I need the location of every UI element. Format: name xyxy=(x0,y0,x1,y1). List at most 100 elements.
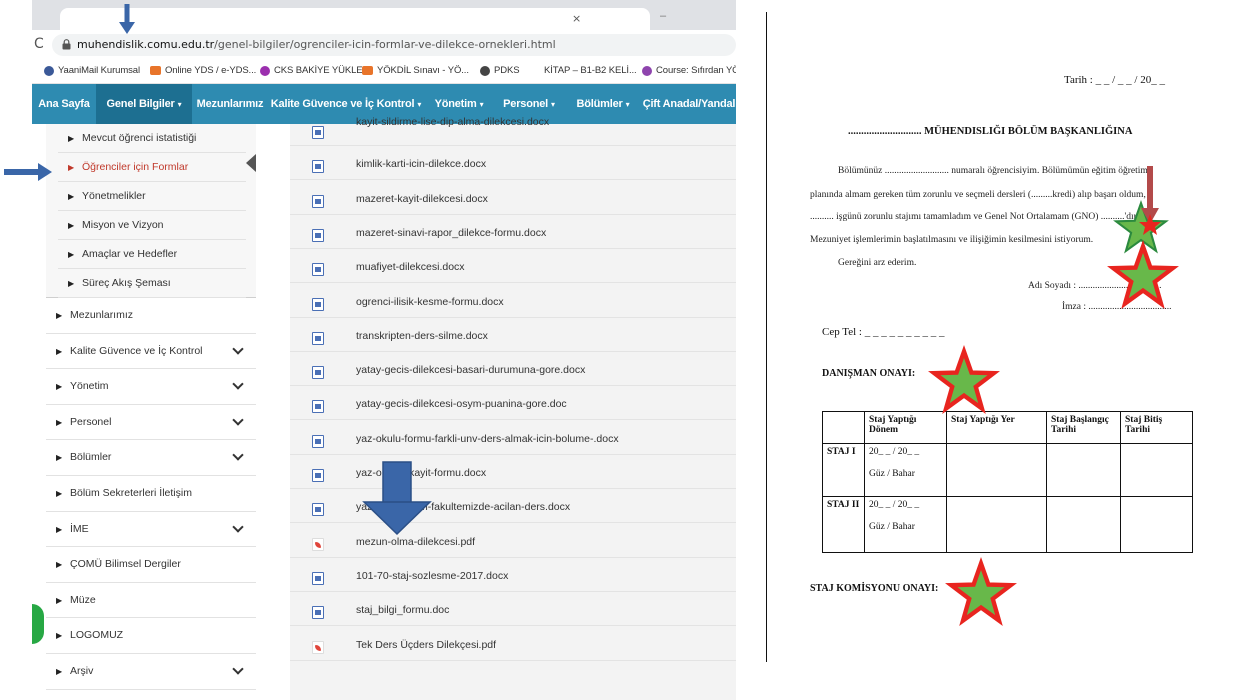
sidebar-item[interactable]: ▶ Müze xyxy=(46,583,256,619)
file-row[interactable]: yaz-o ecici-kayit-formu.docx xyxy=(290,455,736,489)
bookmark-item[interactable]: KİTAP – B1-B2 KELİ... xyxy=(544,65,637,76)
file-row[interactable]: staj_bilgi_formu.doc xyxy=(290,592,736,627)
sidebar-item[interactable]: ▶ Yönetim xyxy=(46,369,256,405)
chevron-down-icon[interactable] xyxy=(232,378,244,390)
file-row[interactable]: yatay-gecis-dilekcesi-osym-puanina-gore.… xyxy=(290,386,736,421)
sidebar-item-label: Arşiv xyxy=(70,665,94,677)
file-row[interactable]: Tek Ders Üçders Dilekçesi.pdf xyxy=(290,627,736,661)
triangle-right-icon: ▶ xyxy=(56,417,63,427)
word-file-icon xyxy=(312,434,324,448)
chevron-down-icon[interactable] xyxy=(232,520,244,533)
file-link[interactable]: ogrenci-ilisik-kesme-formu.docx xyxy=(356,296,504,308)
file-row[interactable]: ogrenci-ilisik-kesme-formu.docx xyxy=(290,284,736,318)
table-empty-cell xyxy=(1046,443,1121,497)
annotation-star-icon xyxy=(928,344,1000,414)
file-row[interactable]: 101-70-staj-sozlesme-2017.docx xyxy=(290,558,736,592)
annotation-arrow-right-icon xyxy=(4,163,52,181)
bookmark-item[interactable]: YÖKDİL Sınavı - YÖ... xyxy=(362,65,469,76)
sidebar-subitem[interactable]: ▶ Öğrenciler için Formlar xyxy=(58,153,246,182)
chevron-down-icon[interactable] xyxy=(232,663,244,675)
sidebar-subitem[interactable]: ▶ Yönetmelikler xyxy=(58,182,246,211)
table-header-cell: Staj Yaptığı Yer xyxy=(946,411,1047,444)
sidebar-subitem[interactable]: ▶ Süreç Akış Şeması xyxy=(58,269,246,298)
nav-item[interactable]: Mezunlarımız xyxy=(192,84,268,124)
sidebar: ▶ Mevcut öğrenci istatistiği ▶ Öğrenciler i… xyxy=(46,124,256,700)
file-link[interactable]: mazeret-sinavi-rapor_dilekce-formu.docx xyxy=(356,227,546,239)
caret-down-icon: ▾ xyxy=(625,100,630,109)
caret-down-icon: ▾ xyxy=(177,100,182,109)
browser-tab-active[interactable] xyxy=(60,8,650,30)
file-row[interactable]: yaz- it-icin-form-fakultemizde-acilan-de… xyxy=(290,489,736,524)
sidebar-item[interactable]: ▶ Bölüm Sekreterleri İletişim xyxy=(46,476,256,512)
file-link[interactable]: yatay-gecis-dilekcesi-osym-puanina-gore.… xyxy=(356,398,567,410)
sidebar-item[interactable]: ▶ LOGOMUZ xyxy=(46,618,256,654)
file-link[interactable]: staj_bilgi_formu.doc xyxy=(356,604,449,616)
triangle-right-icon: ▶ xyxy=(56,667,63,676)
bookmark-item[interactable]: PDKS xyxy=(480,65,520,76)
file-row[interactable]: transkripten-ders-silme.docx xyxy=(290,318,736,352)
url-text[interactable]: muhendislik.comu.edu.tr/genel-bilgiler/o… xyxy=(77,38,556,51)
chevron-down-icon[interactable] xyxy=(232,449,244,462)
url-host: muhendislik.comu.edu.tr xyxy=(77,38,215,51)
annotation-arrow-down-icon xyxy=(119,4,135,34)
file-link[interactable]: mazeret-kayit-dilekcesi.docx xyxy=(356,193,488,205)
nav-item[interactable]: Genel Bilgiler ▾ xyxy=(96,84,192,124)
bookmark-item[interactable]: CKS BAKİYE YÜKLE... xyxy=(260,65,370,76)
file-row[interactable]: mazeret-kayit-dilekcesi.docx xyxy=(290,181,736,215)
sidebar-subitem[interactable]: ▶ Mevcut öğrenci istatistiği xyxy=(58,124,246,153)
file-link[interactable]: yatay-gecis-dilekcesi-basari-durumuna-go… xyxy=(356,364,585,376)
sidebar-subitem[interactable]: ▶ Amaçlar ve Hedefler xyxy=(58,240,246,269)
table-period-cell: 20_ _ / 20_ _ Güz / Bahar xyxy=(864,496,947,553)
table-row: STAJ I 20_ _ / 20_ _ Güz / Bahar xyxy=(822,443,1193,497)
table-row-label: STAJ II xyxy=(822,496,865,553)
sidebar-item[interactable]: ▶ ÇOMÜ Bilimsel Dergiler xyxy=(46,547,256,583)
bookmark-label: YaaniMail Kurumsal xyxy=(58,65,140,76)
internship-table: Staj Yaptığı Dönem Staj Yaptığı Yer Staj… xyxy=(822,411,1193,553)
bookmark-item[interactable]: Online YDS / e-YDS... xyxy=(150,65,256,76)
sidebar-item[interactable]: ▶ İME xyxy=(46,512,256,548)
tab-close-icon[interactable]: × xyxy=(572,12,581,25)
file-row[interactable]: muafiyet-dilekcesi.docx xyxy=(290,249,736,284)
sidebar-item[interactable]: ▶ Arşiv xyxy=(46,654,256,690)
word-file-icon xyxy=(312,400,324,414)
bookmark-label: KİTAP – B1-B2 KELİ... xyxy=(544,65,637,76)
file-link[interactable]: yaz-okulu-formu-farkli-unv-ders-almak-ic… xyxy=(356,433,619,445)
floating-chat-tab[interactable] xyxy=(32,604,44,644)
sidebar-subitem-label: Amaçlar ve Hedefler xyxy=(82,248,178,260)
bookmark-item[interactable]: Course: Sıfırdan YÖ... xyxy=(642,65,736,76)
sidebar-item[interactable]: ▶ Personel xyxy=(46,405,256,441)
reload-icon[interactable]: C xyxy=(34,36,44,52)
bookmark-item[interactable]: YaaniMail Kurumsal xyxy=(44,65,140,76)
nav-item[interactable]: Ana Sayfa xyxy=(32,84,96,124)
file-row[interactable]: kimlik-karti-icin-dilekce.docx xyxy=(290,146,736,181)
sidebar-subitem[interactable]: ▶ Misyon ve Vizyon xyxy=(58,211,246,240)
file-link[interactable]: mezun-olma-dilekcesi.pdf xyxy=(356,536,475,548)
bookmark-label: PDKS xyxy=(494,65,520,76)
sidebar-item-label: İME xyxy=(70,522,89,535)
season-text: Güz / Bahar xyxy=(869,469,915,479)
file-row[interactable]: yaz-okulu-formu-farkli-unv-ders-almak-ic… xyxy=(290,421,736,455)
file-row[interactable]: mazeret-sinavi-rapor_dilekce-formu.docx xyxy=(290,215,736,249)
file-link[interactable]: kayit-sildirme-lise-dip-alma-dilekcesi.d… xyxy=(356,116,549,128)
file-row[interactable]: kayit-sildirme-lise-dip-alma-dilekcesi.d… xyxy=(290,112,736,146)
browser-tab-strip: × – xyxy=(32,0,736,30)
doc-heading: ............................ MÜHENDISLIĞ… xyxy=(848,126,1133,137)
sidebar-item-label: Müze xyxy=(70,593,96,606)
chevron-down-icon[interactable] xyxy=(232,342,244,355)
sidebar-item[interactable]: ▶ Mezunlarımız xyxy=(46,298,256,334)
sidebar-item-label: Kalite Güvence ve İç Kontrol xyxy=(70,344,203,357)
file-link[interactable]: Tek Ders Üçders Dilekçesi.pdf xyxy=(356,639,496,651)
file-link[interactable]: 101-70-staj-sozlesme-2017.docx xyxy=(356,570,508,582)
file-row[interactable]: yatay-gecis-dilekcesi-basari-durumuna-go… xyxy=(290,352,736,387)
triangle-right-icon: ▶ xyxy=(56,595,63,605)
file-row[interactable]: mezun-olma-dilekcesi.pdf xyxy=(290,524,736,558)
sidebar-item[interactable]: ▶ Kalite Güvence ve İç Kontrol xyxy=(46,334,256,370)
table-header-cell: Staj Bitiş Tarihi xyxy=(1120,411,1193,444)
address-bar[interactable]: muhendislik.comu.edu.tr/genel-bilgiler/o… xyxy=(52,34,736,56)
chevron-down-icon[interactable] xyxy=(232,414,244,426)
file-link[interactable]: transkripten-ders-silme.docx xyxy=(356,330,488,342)
sidebar-item[interactable]: ▶ Bölümler xyxy=(46,440,256,476)
file-link[interactable]: muafiyet-dilekcesi.docx xyxy=(356,261,465,273)
file-link[interactable]: kimlik-karti-icin-dilekce.docx xyxy=(356,158,486,170)
sidebar-item-label: Mezunlarımız xyxy=(70,309,134,321)
